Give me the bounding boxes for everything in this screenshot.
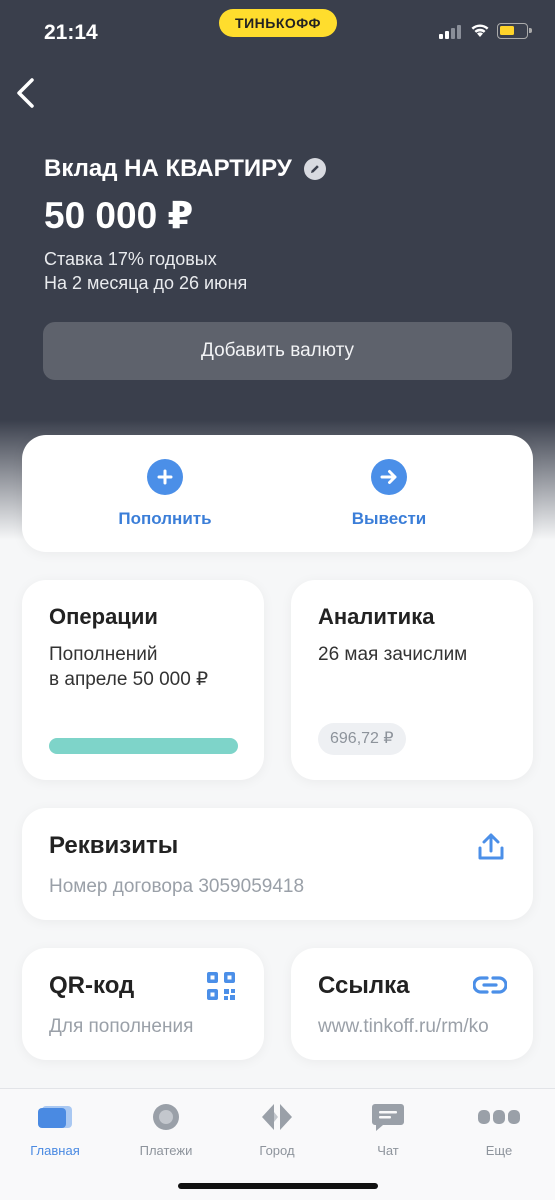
plus-icon (147, 459, 183, 495)
tab-chat-label: Чат (377, 1143, 399, 1158)
brand-logo: ТИНЬКОФФ (219, 9, 337, 37)
tab-payments[interactable]: Платежи (116, 1101, 216, 1158)
wifi-icon (470, 22, 490, 43)
more-icon (449, 1101, 549, 1133)
qr-title: QR-код (49, 972, 135, 999)
link-card[interactable]: Ссылка www.tinkoff.ru/rm/ko (291, 948, 533, 1060)
payments-icon (116, 1101, 216, 1133)
back-button[interactable] (12, 76, 42, 110)
tab-home-label: Главная (30, 1143, 80, 1158)
requisites-card[interactable]: Реквизиты Номер договора 3059059418 (22, 808, 533, 920)
home-indicator (178, 1183, 378, 1189)
add-currency-button[interactable]: Добавить валюту (43, 322, 512, 380)
contract-number: Номер договора 3059059418 (49, 876, 305, 897)
deposit-rate: Ставка 17% годовых (44, 249, 217, 269)
withdraw-label: Вывести (351, 509, 427, 528)
edit-pencil-icon[interactable] (303, 158, 326, 180)
link-title: Ссылка (318, 972, 410, 999)
top-up-label: Пополнить (118, 509, 212, 528)
city-icon (227, 1101, 327, 1133)
operations-card[interactable]: Операции Пополнений в апреле 50 000 ₽ (22, 580, 264, 780)
tab-more[interactable]: Еще (449, 1101, 549, 1158)
share-upload-icon[interactable] (476, 832, 506, 867)
tab-chat[interactable]: Чат (338, 1101, 438, 1158)
qr-code-icon (206, 971, 236, 1006)
deposit-title-row: Вклад НА КВАРТИРУ (44, 155, 326, 183)
operations-progress-bar (49, 738, 238, 754)
battery-icon (497, 23, 532, 39)
analytics-text: 26 мая зачислим (318, 644, 468, 665)
cellular-signal-icon (439, 25, 461, 39)
tab-home[interactable]: Главная (5, 1101, 105, 1158)
tab-city-label: Город (259, 1143, 295, 1158)
tab-payments-label: Платежи (139, 1143, 193, 1158)
actions-card: Пополнить Вывести (22, 435, 533, 552)
tab-more-label: Еще (485, 1143, 513, 1158)
withdraw-button[interactable]: Вывести (309, 459, 469, 529)
status-time: 21:14 (44, 21, 98, 44)
deposit-term: На 2 месяца до 26 июня (44, 273, 248, 293)
qr-subtitle: Для пополнения (49, 1016, 194, 1037)
operations-line1: Пополнений (49, 644, 158, 665)
home-card-icon (5, 1101, 105, 1133)
operations-title: Операции (49, 604, 158, 629)
deposit-title: Вклад НА КВАРТИРУ (44, 155, 292, 182)
arrow-right-icon (371, 459, 407, 495)
tab-city[interactable]: Город (227, 1101, 327, 1158)
top-up-button[interactable]: Пополнить (85, 459, 245, 529)
requisites-title: Реквизиты (49, 832, 179, 859)
analytics-card[interactable]: Аналитика 26 мая зачислим 696,72 ₽ (291, 580, 533, 780)
analytics-title: Аналитика (318, 604, 435, 629)
deposit-amount: 50 000 ₽ (44, 195, 194, 236)
chat-icon (338, 1101, 438, 1133)
chain-link-icon[interactable] (472, 974, 508, 1001)
operations-line2: в апреле 50 000 ₽ (49, 669, 209, 690)
link-url: www.tinkoff.ru/rm/ko (318, 1016, 489, 1037)
chevron-left-icon (17, 78, 34, 108)
qr-code-card[interactable]: QR-код Для пополнения (22, 948, 264, 1060)
analytics-amount-chip: 696,72 ₽ (318, 723, 406, 755)
